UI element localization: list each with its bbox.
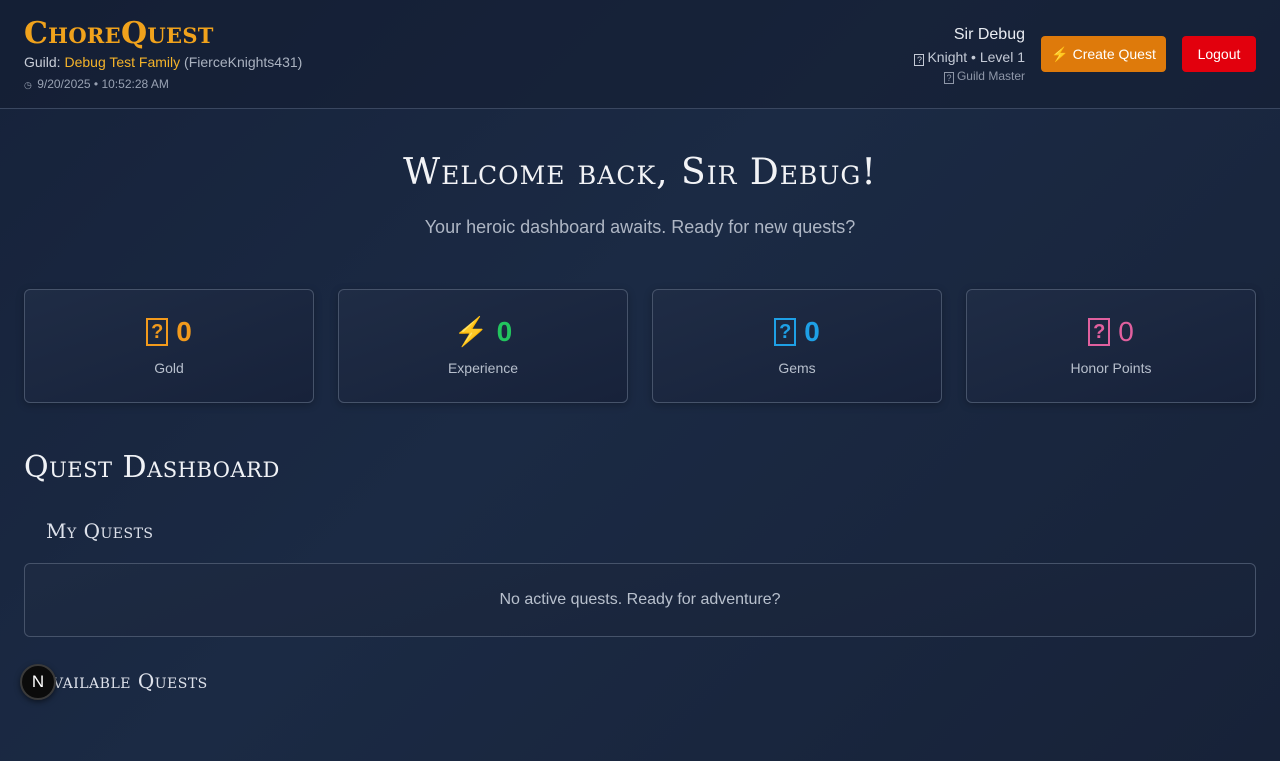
stat-card-gems: ? 0 Gems <box>652 289 942 403</box>
lightning-icon: ⚡ <box>1051 45 1069 62</box>
app-header: ChoreQuest Guild: Debug Test Family (Fie… <box>0 0 1280 109</box>
stat-label: Honor Points <box>1070 360 1152 376</box>
welcome-subtitle: Your heroic dashboard awaits. Ready for … <box>424 217 856 237</box>
gold-icon: ? <box>146 318 169 346</box>
available-quests-title: Available Quests <box>38 669 208 693</box>
logout-button[interactable]: Logout <box>1182 36 1256 72</box>
user-class-text: Knight • Level 1 <box>927 49 1025 65</box>
honor-icon: ? <box>1088 318 1111 346</box>
user-name: Sir Debug <box>953 26 1025 43</box>
current-datetime: ◷ 9/20/2025 • 10:52:28 AM <box>24 77 169 91</box>
stat-value: 0 <box>1118 316 1134 347</box>
stat-card-experience: ⚡ 0 Experience <box>338 289 628 403</box>
stat-card-gold: ? 0 Gold <box>24 289 314 403</box>
user-role: ? Guild Master <box>914 69 1025 84</box>
empty-state-text: No active quests. Ready for adventure? <box>499 591 781 608</box>
class-icon: ? <box>914 54 925 66</box>
my-quests-title: My Quests <box>46 519 154 543</box>
create-quest-button[interactable]: ⚡ Create Quest <box>1041 36 1166 72</box>
role-icon: ? <box>943 72 954 84</box>
stat-card-honor-points: ? 0 Honor Points <box>966 289 1256 403</box>
nextjs-dev-badge[interactable]: N <box>20 664 56 700</box>
stat-label: Experience <box>447 360 519 376</box>
quest-dashboard-title: Quest Dashboard <box>24 450 280 485</box>
stat-value: 0 <box>176 316 192 347</box>
experience-icon: ⚡ <box>453 316 489 347</box>
stat-value: 0 <box>496 316 513 347</box>
stat-label: Gems <box>778 360 816 376</box>
stat-value: 0 <box>804 316 820 347</box>
guild-label: Guild: <box>24 54 65 70</box>
welcome-title: Welcome back, Sir Debug! <box>403 152 877 193</box>
user-class-level: ? Knight • Level 1 <box>914 49 1025 66</box>
clock-icon: ◷ <box>24 80 32 90</box>
guild-info: Guild: Debug Test Family (FierceKnights4… <box>24 54 302 70</box>
user-role-text: Guild Master <box>956 69 1025 83</box>
guild-name: Debug Test Family <box>64 54 181 70</box>
user-profile: Sir Debug ? Knight • Level 1 ? Guild Maste… <box>914 26 1025 84</box>
datetime-text: 9/20/2025 • 10:52:28 AM <box>37 77 169 91</box>
gems-icon: ? <box>774 318 797 346</box>
create-quest-label: Create Quest <box>1072 46 1156 62</box>
app-logo[interactable]: ChoreQuest <box>24 16 214 51</box>
my-quests-empty-state: No active quests. Ready for adventure? <box>24 563 1256 637</box>
stat-label: Gold <box>154 360 184 376</box>
guild-code: (FierceKnights431) <box>184 54 303 70</box>
